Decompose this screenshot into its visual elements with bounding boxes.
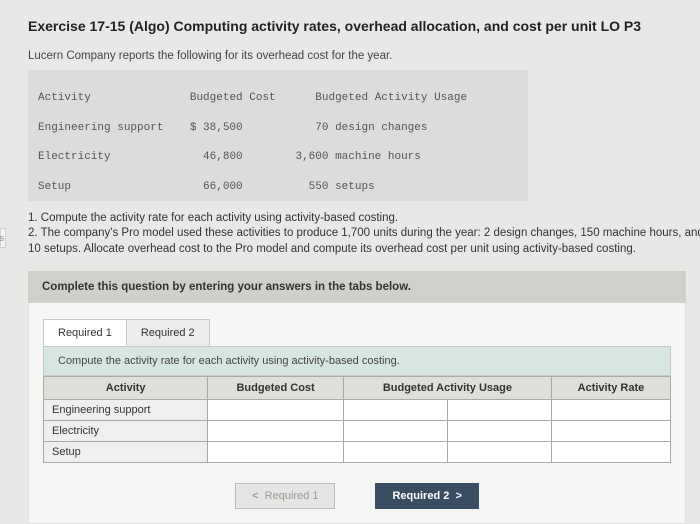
row1-cost: $ 38,500 bbox=[190, 122, 243, 134]
answer-area: Required 1 Required 2 Compute the activi… bbox=[28, 303, 686, 524]
wt-row1-usage-a[interactable] bbox=[343, 400, 447, 421]
tab-required-2[interactable]: Required 2 bbox=[127, 319, 210, 346]
row3-activity: Setup bbox=[38, 181, 71, 193]
wt-head-activity: Activity bbox=[44, 377, 208, 400]
next-label: Required 2 bbox=[392, 490, 449, 502]
wt-row2-rate[interactable] bbox=[551, 421, 670, 442]
subprompt: Compute the activity rate for each activ… bbox=[43, 346, 671, 376]
exercise-title: Exercise 17-15 (Algo) Computing activity… bbox=[28, 18, 700, 34]
question-1: 1. Compute the activity rate for each ac… bbox=[28, 211, 700, 227]
wt-row2-usage-a[interactable] bbox=[343, 421, 447, 442]
work-table: Activity Budgeted Cost Budgeted Activity… bbox=[43, 376, 671, 463]
wt-head-usage: Budgeted Activity Usage bbox=[343, 377, 551, 400]
prev-button[interactable]: < Required 1 bbox=[235, 483, 335, 509]
wt-row2-usage-b[interactable] bbox=[447, 421, 551, 442]
wt-row3-cost[interactable] bbox=[208, 442, 344, 463]
question-2: 2. The company's Pro model used these ac… bbox=[28, 226, 700, 257]
chevron-left-icon: < bbox=[252, 490, 258, 502]
wt-row3-label: Setup bbox=[44, 442, 208, 463]
given-data-block: Activity Budgeted Cost Budgeted Activity… bbox=[28, 70, 528, 201]
chevron-right-icon: > bbox=[455, 490, 461, 502]
row1-usage: 70 design changes bbox=[315, 122, 427, 134]
next-button[interactable]: Required 2 > bbox=[375, 483, 478, 509]
tab-strip: Required 1 Required 2 bbox=[29, 303, 685, 346]
wt-row1-cost[interactable] bbox=[208, 400, 344, 421]
question-list: 1. Compute the activity rate for each ac… bbox=[28, 211, 700, 258]
col-usage: Budgeted Activity Usage bbox=[315, 92, 467, 104]
wt-head-cost: Budgeted Cost bbox=[208, 377, 344, 400]
col-cost: Budgeted Cost bbox=[190, 92, 276, 104]
table-row: Setup bbox=[44, 442, 671, 463]
intro-text: Lucern Company reports the following for… bbox=[28, 50, 700, 62]
row2-cost: 46,800 bbox=[203, 151, 243, 163]
wt-row1-rate[interactable] bbox=[551, 400, 670, 421]
table-row: Engineering support bbox=[44, 400, 671, 421]
wt-row2-label: Electricity bbox=[44, 421, 208, 442]
wt-head-rate: Activity Rate bbox=[551, 377, 670, 400]
tab-required-1[interactable]: Required 1 bbox=[43, 319, 127, 346]
table-row: Electricity bbox=[44, 421, 671, 442]
left-stub: ces bbox=[0, 228, 6, 248]
row3-cost: 66,000 bbox=[203, 181, 243, 193]
wt-row1-label: Engineering support bbox=[44, 400, 208, 421]
row2-activity: Electricity bbox=[38, 151, 111, 163]
wt-row3-usage-a[interactable] bbox=[343, 442, 447, 463]
row2-usage: 3,600 machine hours bbox=[295, 151, 420, 163]
prev-label: Required 1 bbox=[265, 490, 319, 502]
wt-row3-usage-b[interactable] bbox=[447, 442, 551, 463]
nav-buttons: < Required 1 Required 2 > bbox=[29, 473, 685, 523]
wt-row2-cost[interactable] bbox=[208, 421, 344, 442]
wt-row1-usage-b[interactable] bbox=[447, 400, 551, 421]
wt-row3-rate[interactable] bbox=[551, 442, 670, 463]
complete-instruction: Complete this question by entering your … bbox=[28, 271, 686, 303]
row1-activity: Engineering support bbox=[38, 122, 163, 134]
col-activity: Activity bbox=[38, 92, 91, 104]
row3-usage: 550 setups bbox=[309, 181, 375, 193]
